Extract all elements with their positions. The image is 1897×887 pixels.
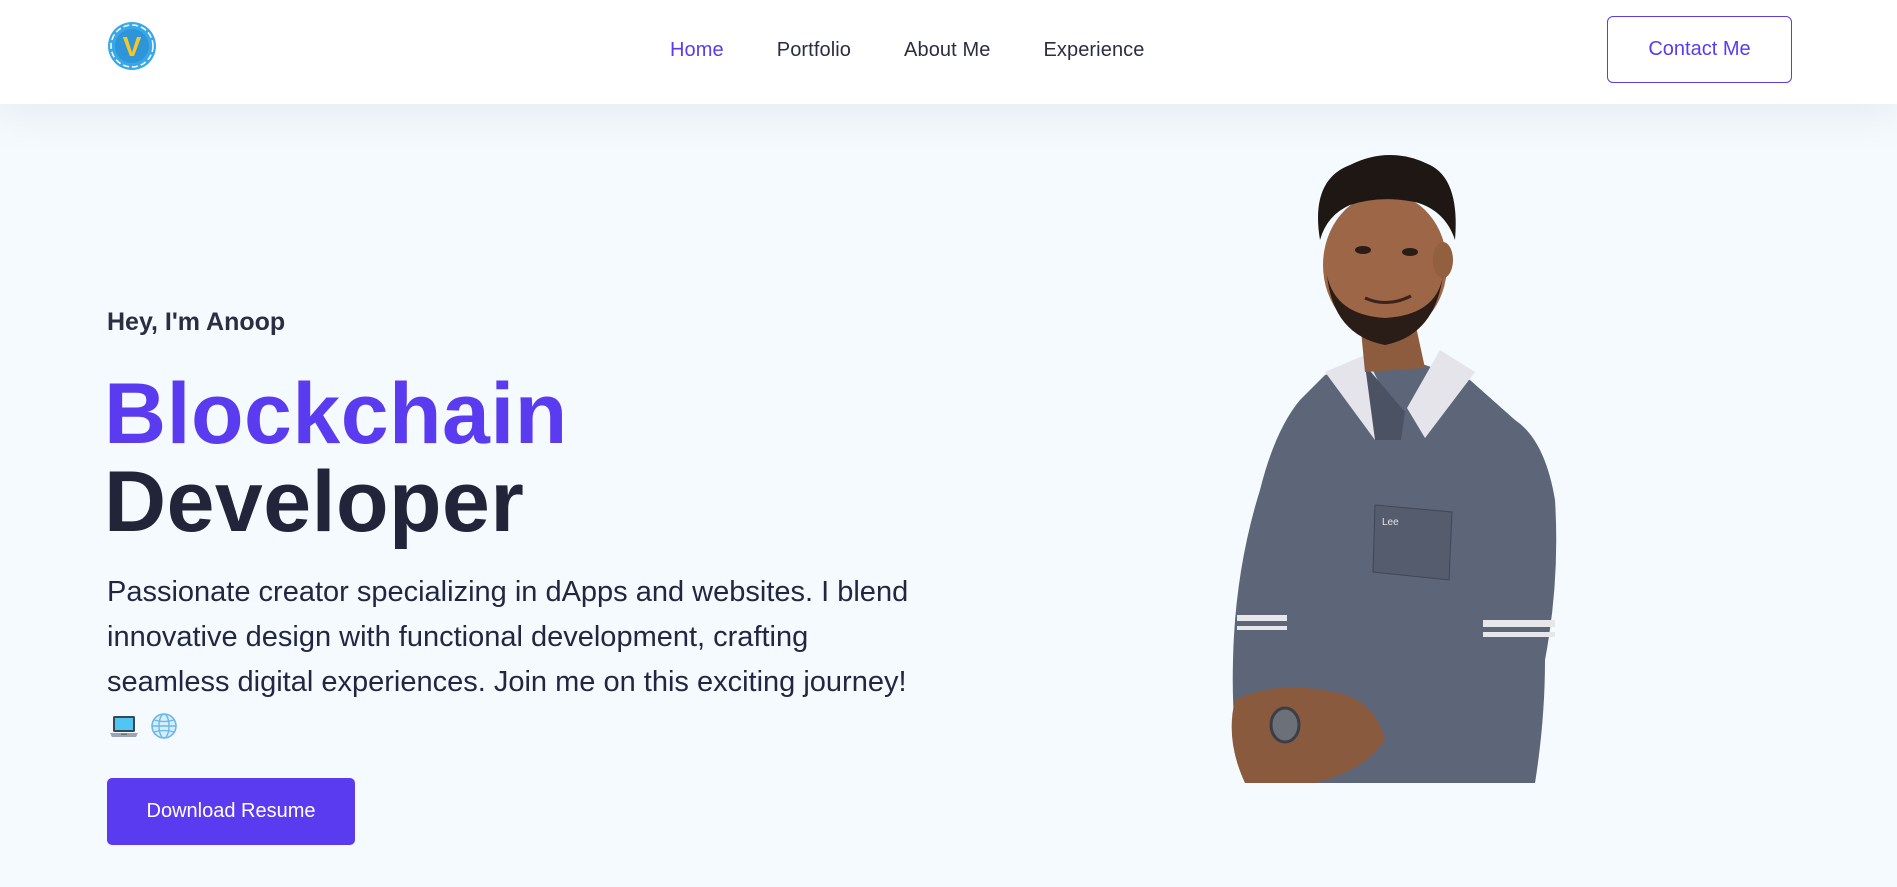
hero-greeting: Hey, I'm Anoop [107,308,286,336]
laptop-icon [109,709,139,754]
logo-icon: V [108,22,156,70]
nav-link-about-me[interactable]: About Me [904,39,990,62]
globe-icon [149,709,179,754]
hero-title-accent: Blockchain [104,366,568,462]
logo[interactable]: V [106,20,158,72]
hero-title-main: Developer [104,454,525,550]
hero-description: Passionate creator specializing in dApps… [107,570,937,754]
hero-title: Blockchain Developer [104,370,568,546]
nav-link-experience[interactable]: Experience [1043,39,1144,62]
profile-photo: Lee [1215,140,1575,783]
main-nav: Home Portfolio About Me Experience [670,0,1198,100]
navbar: V Home Portfolio About Me Experience Con… [0,0,1897,104]
nav-link-home[interactable]: Home [670,39,724,62]
nav-link-portfolio[interactable]: Portfolio [777,39,851,62]
svg-text:Lee: Lee [1382,517,1399,528]
svg-text:V: V [123,31,142,62]
download-resume-button[interactable]: Download Resume [107,778,355,845]
hero-section: Hey, I'm Anoop Blockchain Developer Pass… [0,104,1897,887]
contact-me-button[interactable]: Contact Me [1607,16,1792,83]
hero-description-text: Passionate creator specializing in dApps… [107,576,909,698]
